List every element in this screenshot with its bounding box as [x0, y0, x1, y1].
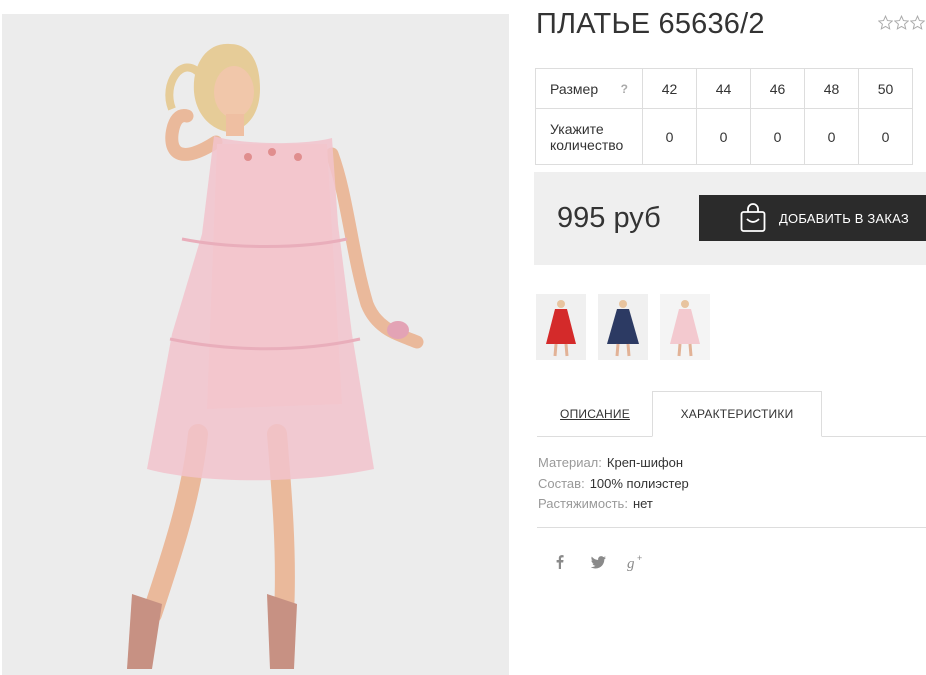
- svg-text:+: +: [637, 553, 642, 563]
- divider: [537, 527, 926, 528]
- spec-row-material: Материал: Креп-шифон: [538, 453, 689, 474]
- spec-row-stretch: Растяжимость: нет: [538, 494, 689, 515]
- spec-value: Креп-шифон: [606, 455, 684, 470]
- red-dress-image: [536, 294, 586, 360]
- quantity-input[interactable]: 0: [858, 108, 913, 165]
- star-icon[interactable]: [878, 15, 893, 30]
- spec-row-composition: Состав: 100% полиэстер: [538, 474, 689, 495]
- size-row: Размер ? 42 44 46 48 50: [535, 68, 913, 109]
- size-option: 44: [696, 68, 751, 109]
- shopping-bag-icon: [740, 203, 766, 232]
- add-to-order-button[interactable]: ДОБАВИТЬ В ЗАКАЗ: [699, 195, 926, 241]
- quantity-label-line2: количество: [550, 136, 624, 153]
- facebook-icon[interactable]: [550, 552, 570, 572]
- rating-stars[interactable]: [878, 15, 925, 33]
- svg-text:g: g: [627, 556, 635, 572]
- twitter-icon[interactable]: [588, 552, 608, 572]
- size-option: 50: [858, 68, 913, 109]
- size-option: 46: [750, 68, 805, 109]
- quantity-input[interactable]: 0: [750, 108, 805, 165]
- spec-key: Растяжимость:: [538, 496, 628, 511]
- spec-value: 100% полиэстер: [589, 475, 689, 491]
- quantity-input[interactable]: 0: [804, 108, 859, 165]
- add-to-order-label: ДОБАВИТЬ В ЗАКАЗ: [779, 210, 909, 226]
- characteristics-list: Материал: Креп-шифон Состав: 100% полиэсте…: [538, 453, 689, 515]
- price-panel: 995 руб ДОБАВИТЬ В ЗАКАЗ: [534, 172, 926, 265]
- thumbnail-navy-dress[interactable]: [598, 294, 648, 360]
- thumbnail-red-dress[interactable]: [536, 294, 586, 360]
- model-in-pink-dress-image: [2, 14, 509, 675]
- tab-description[interactable]: ОПИСАНИЕ: [537, 391, 653, 436]
- thumbnail-pink-dress[interactable]: [660, 294, 710, 360]
- size-quantity-table: Размер ? 42 44 46 48 50 Укажите количест…: [535, 68, 913, 165]
- quantity-input[interactable]: 0: [642, 108, 697, 165]
- tab-characteristics[interactable]: ХАРАКТЕРИСТИКИ: [652, 391, 822, 437]
- size-header-cell: Размер ?: [535, 68, 643, 109]
- google-plus-icon[interactable]: g +: [626, 552, 646, 572]
- spec-value: нет: [632, 496, 653, 511]
- size-label: Размер: [550, 80, 599, 97]
- main-product-photo[interactable]: [2, 14, 509, 675]
- spec-key: Состав:: [538, 475, 585, 491]
- help-icon[interactable]: ?: [621, 82, 628, 96]
- quantity-label-line1: Укажите: [550, 120, 604, 137]
- product-title: ПЛАТЬЕ 65636/2: [536, 8, 765, 40]
- quantity-header-cell: Укажите количество: [535, 108, 643, 165]
- price: 995 руб: [557, 202, 661, 234]
- quantity-input[interactable]: 0: [696, 108, 751, 165]
- product-tabs: ОПИСАНИЕ ХАРАКТЕРИСТИКИ: [537, 391, 926, 437]
- pink-dress-image: [660, 294, 710, 360]
- size-option: 42: [642, 68, 697, 109]
- star-icon[interactable]: [910, 15, 925, 30]
- social-share: g +: [550, 552, 646, 572]
- size-option: 48: [804, 68, 859, 109]
- navy-dress-image: [598, 294, 648, 360]
- spec-key: Материал:: [538, 455, 602, 470]
- star-icon[interactable]: [894, 15, 909, 30]
- quantity-row: Укажите количество 0 0 0 0 0: [535, 108, 913, 165]
- color-thumbnails: [536, 294, 710, 360]
